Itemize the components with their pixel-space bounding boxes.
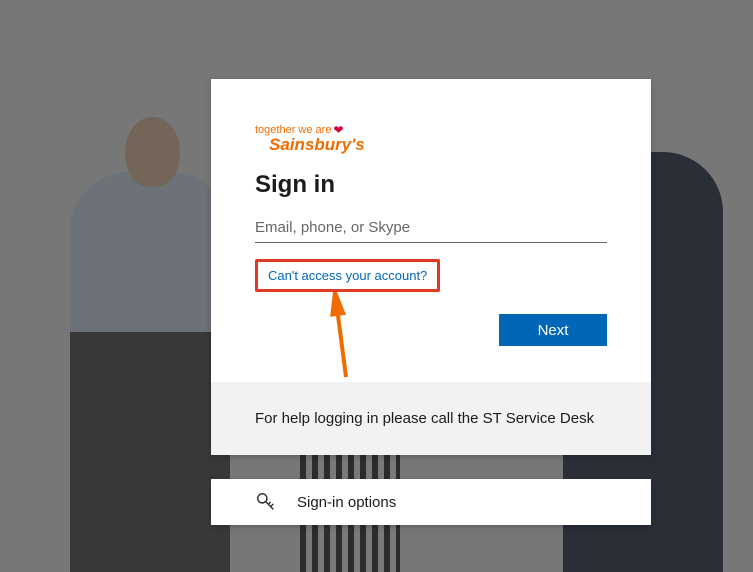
next-button[interactable]: Next [499, 314, 607, 346]
key-icon [255, 491, 277, 513]
signin-dialog: together we are ❤ Sainsbury's Sign in Ca… [211, 79, 651, 455]
username-input[interactable] [255, 213, 607, 243]
signin-options-button[interactable]: Sign-in options [211, 479, 651, 525]
logo-brand: Sainsbury's [269, 135, 607, 155]
brand-logo: together we are ❤ Sainsbury's [255, 123, 607, 155]
cant-access-account-link[interactable]: Can't access your account? [262, 264, 433, 287]
page-title: Sign in [255, 171, 607, 199]
annotation-highlight: Can't access your account? [255, 259, 440, 292]
help-banner: For help logging in please call the ST S… [211, 382, 651, 455]
signin-options-label: Sign-in options [297, 494, 396, 511]
